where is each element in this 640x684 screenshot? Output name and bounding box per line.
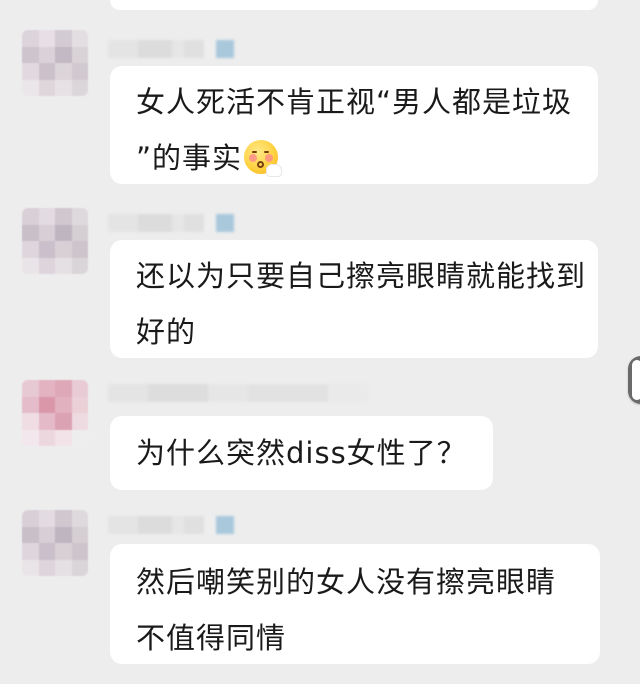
message-bubble[interactable]: 然后嘲笑别的女人没有擦亮眼睛 不值得同情 xyxy=(110,544,600,664)
blushing-face-emoji-icon xyxy=(244,140,283,177)
avatar[interactable] xyxy=(22,380,88,446)
sender-name-blurred xyxy=(108,516,234,534)
scroll-handle[interactable] xyxy=(628,356,640,404)
avatar[interactable] xyxy=(22,208,88,274)
message-text: 还以为只要自己擦亮眼睛就能找到 xyxy=(136,259,587,293)
message-bubble[interactable]: 还以为只要自己擦亮眼睛就能找到 好的 xyxy=(110,240,598,358)
message-text-line2: 不值得同情 xyxy=(136,621,287,655)
message-bubble[interactable]: 女人死活不肯正视“男人都是垃圾 ”的事实 xyxy=(110,66,598,184)
message-bubble-partial[interactable] xyxy=(110,0,598,10)
message-bubble[interactable]: 为什么突然diss女性了？ xyxy=(110,416,493,490)
chat-window: 女人死活不肯正视“男人都是垃圾 ”的事实 还以为只要自己擦亮眼睛就能找到 好的 xyxy=(0,0,640,684)
avatar[interactable] xyxy=(22,30,88,96)
sender-name-blurred xyxy=(108,384,368,402)
message-text-line2: 好的 xyxy=(136,315,197,349)
message-text-line2: ”的事实 xyxy=(136,130,574,186)
message-text: 然后嘲笑别的女人没有擦亮眼睛 xyxy=(136,565,557,599)
sender-name-blurred xyxy=(108,214,234,232)
sender-name-blurred xyxy=(108,40,234,58)
avatar[interactable] xyxy=(22,510,88,576)
message-text: 为什么突然diss女性了？ xyxy=(136,436,467,470)
message-text: 女人死活不肯正视“男人都是垃圾 xyxy=(136,85,573,119)
